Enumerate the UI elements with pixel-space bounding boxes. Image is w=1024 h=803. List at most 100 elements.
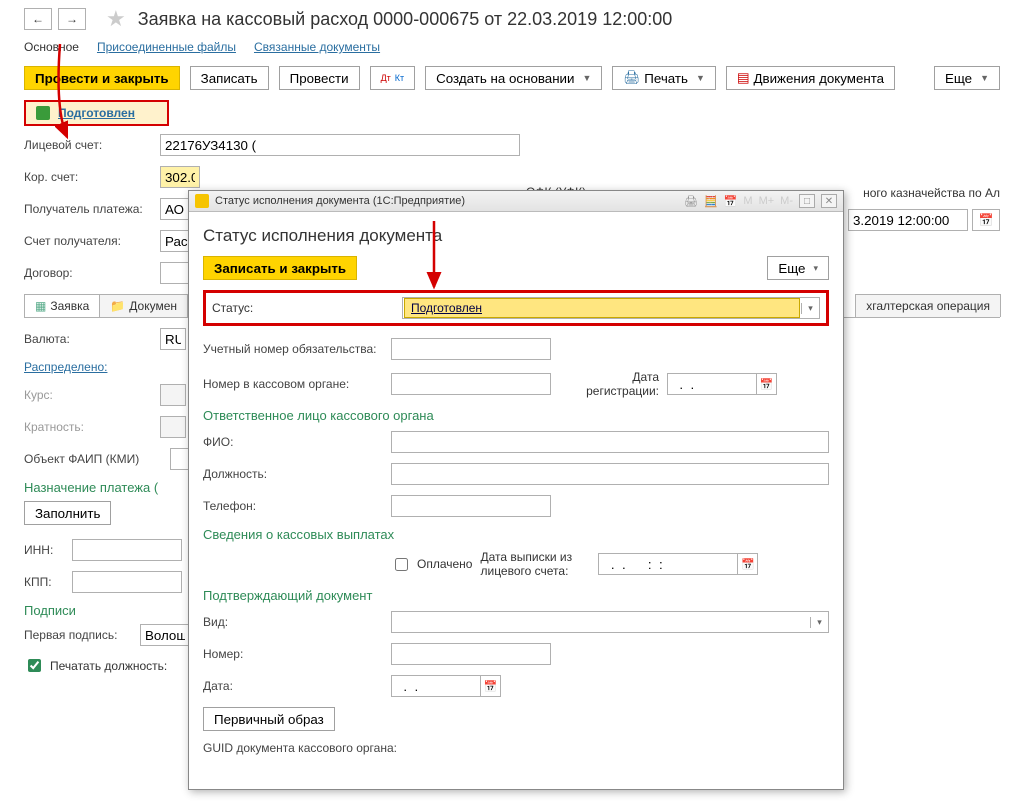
modal-titlebar: Статус исполнения документа (1С:Предприя…	[189, 191, 843, 212]
inn-label: ИНН:	[24, 543, 66, 557]
number-label: Номер:	[203, 647, 383, 661]
status-dropdown-button[interactable]: ▾	[801, 303, 819, 314]
distributed-label[interactable]: Распределено:	[24, 360, 154, 374]
inn-input[interactable]	[72, 539, 182, 561]
nav-forward-button[interactable]: →	[58, 8, 86, 30]
link-files[interactable]: Присоединенные файлы	[97, 40, 236, 54]
tab-acct-op-label: хгалтерская операция	[866, 299, 990, 313]
tab-app-label: Заявка	[50, 299, 89, 313]
kschet-input[interactable]	[160, 166, 200, 188]
ofk-right-text: ного казначейства по Ал	[863, 186, 1000, 200]
print-position-checkbox[interactable]	[28, 659, 41, 672]
print-position-label: Печатать должность:	[50, 659, 167, 673]
confirm-date-input[interactable]	[391, 675, 481, 697]
favorite-star-icon[interactable]: ★	[106, 6, 126, 32]
modal-maximize-button[interactable]: □	[799, 194, 815, 208]
paid-checkbox-label: Оплачено	[417, 557, 472, 571]
calc-icon[interactable]: 🧮	[704, 195, 718, 208]
nav-back-button[interactable]: ←	[24, 8, 52, 30]
mminus-label: M-	[780, 195, 793, 207]
fill-button[interactable]: Заполнить	[24, 501, 111, 525]
currency-input[interactable]	[160, 328, 186, 350]
reg-date-label: Дата регистрации:	[559, 370, 659, 398]
calendar-icon[interactable]: 📅	[757, 373, 777, 395]
print-button[interactable]: 🖨Печать▼	[612, 66, 716, 90]
modal-close-button[interactable]: ✕	[821, 194, 837, 208]
tab-acct-op[interactable]: хгалтерская операция	[855, 294, 1001, 317]
document-icon: ▦	[35, 299, 46, 313]
date-label: Дата:	[203, 679, 383, 693]
status-highlight-block: Статус: Подготовлен ▾	[203, 290, 829, 326]
mult-input	[160, 416, 186, 438]
modal-more-button[interactable]: Еще▾	[767, 256, 829, 280]
confirm-doc-section-title: Подтверждающий документ	[203, 588, 829, 603]
tab-app[interactable]: ▦ Заявка	[24, 294, 100, 317]
page-title: Заявка на кассовый расход 0000-000675 от…	[138, 9, 673, 30]
modal-heading: Статус исполнения документа	[203, 226, 829, 246]
kind-label: Вид:	[203, 615, 383, 629]
primary-image-button[interactable]: Первичный образ	[203, 707, 335, 731]
payments-section-title: Сведения о кассовых выплатах	[203, 527, 829, 542]
date-input-right[interactable]	[848, 209, 968, 231]
annotation-arrow-icon	[422, 219, 452, 297]
number-input[interactable]	[391, 643, 551, 665]
responsible-section-title: Ответственное лицо кассового органа	[203, 408, 829, 423]
kind-value	[392, 620, 810, 624]
status-label: Статус:	[212, 301, 392, 315]
calendar-icon[interactable]: 📅	[481, 675, 501, 697]
currency-label: Валюта:	[24, 332, 154, 346]
document-icon: ▤	[737, 70, 750, 86]
guid-label: GUID документа кассового органа:	[203, 741, 413, 755]
kind-combobox[interactable]: ▾	[391, 611, 829, 633]
save-button[interactable]: Записать	[190, 66, 269, 90]
link-related[interactable]: Связанные документы	[254, 40, 380, 54]
phone-input[interactable]	[391, 495, 551, 517]
more-button[interactable]: Еще▼	[934, 66, 1000, 90]
position-label: Должность:	[203, 467, 383, 481]
first-sign-label: Первая подпись:	[24, 628, 134, 642]
tab-docs-label: Докумен	[129, 299, 177, 313]
reg-no-label: Учетный номер обязательства:	[203, 342, 383, 356]
mult-label: Кратность:	[24, 420, 154, 434]
calendar-icon[interactable]: 📅	[724, 195, 738, 208]
reg-no-input[interactable]	[391, 338, 551, 360]
tab-docs[interactable]: 📁 Докумен	[99, 294, 188, 317]
faip-input[interactable]	[170, 448, 190, 470]
printer-icon: 🖨	[623, 70, 640, 86]
calendar-icon[interactable]: 📅	[738, 553, 758, 575]
extract-date-input[interactable]	[598, 553, 738, 575]
dt-kt-button[interactable]: ДтКт	[370, 66, 416, 90]
kschet-label: Кор. счет:	[24, 170, 154, 184]
recip-acc-label: Счет получателя:	[24, 234, 154, 248]
kpp-label: КПП:	[24, 575, 66, 589]
status-modal: Статус исполнения документа (1С:Предприя…	[188, 190, 844, 790]
kind-dropdown-button[interactable]: ▾	[810, 617, 828, 628]
fio-label: ФИО:	[203, 435, 383, 449]
recipient-label: Получатель платежа:	[24, 202, 154, 216]
create-based-button[interactable]: Создать на основании▼	[425, 66, 602, 90]
rate-label: Курс:	[24, 388, 154, 402]
faip-label: Объект ФАИП (КМИ)	[24, 452, 164, 466]
status-value: Подготовлен	[404, 298, 800, 318]
kpp-input[interactable]	[72, 571, 182, 593]
modal-save-close-button[interactable]: Записать и закрыть	[203, 256, 357, 280]
print-icon[interactable]: 🖨	[684, 195, 698, 208]
mplus-label: M+	[759, 195, 775, 207]
app-logo-icon	[195, 194, 209, 208]
post-button[interactable]: Провести	[279, 66, 360, 90]
first-sign-input[interactable]	[140, 624, 190, 646]
position-input[interactable]	[391, 463, 829, 485]
movements-button[interactable]: ▤Движения документа	[726, 66, 895, 90]
paid-checkbox[interactable]	[395, 558, 408, 571]
lschet-input[interactable]	[160, 134, 520, 156]
status-icon	[36, 106, 50, 120]
annotation-arrow-icon	[55, 39, 105, 149]
reg-date-input[interactable]	[667, 373, 757, 395]
fio-input[interactable]	[391, 431, 829, 453]
contract-label: Договор:	[24, 266, 154, 280]
calendar-icon[interactable]: 📅	[972, 209, 1000, 231]
phone-label: Телефон:	[203, 499, 383, 513]
status-combobox[interactable]: Подготовлен ▾	[402, 297, 820, 319]
kass-no-label: Номер в кассовом органе:	[203, 377, 383, 391]
kass-no-input[interactable]	[391, 373, 551, 395]
